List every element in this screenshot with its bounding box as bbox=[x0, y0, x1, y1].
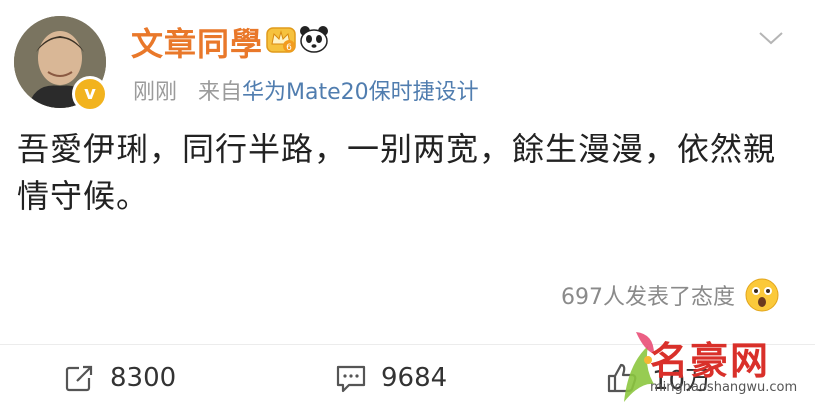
comment-icon bbox=[336, 365, 366, 393]
content-line: 情守候。 bbox=[17, 177, 150, 215]
verified-badge: v bbox=[72, 76, 108, 112]
device-link[interactable]: 华为Mate20保时捷设计 bbox=[242, 80, 479, 105]
comment-count: 9684 bbox=[381, 363, 448, 393]
source-prefix: 来自 bbox=[198, 80, 243, 105]
watermark-brand: 名豪网 bbox=[650, 339, 771, 383]
timestamp: 刚刚 bbox=[133, 80, 178, 105]
reaction-text: 697人发表了态度 bbox=[561, 285, 735, 310]
post-meta: 刚刚 来自华为Mate20保时捷设计 bbox=[133, 74, 479, 106]
chevron-down-icon[interactable] bbox=[758, 30, 784, 46]
username[interactable]: 文章同學 bbox=[131, 19, 263, 65]
surprised-emoji-icon bbox=[745, 278, 779, 312]
repost-count: 8300 bbox=[110, 363, 177, 393]
watermark-url: minghaoshangwu.com bbox=[650, 380, 798, 395]
comment-button[interactable]: 9684 bbox=[335, 358, 447, 398]
repost-button[interactable]: 8300 bbox=[64, 358, 176, 398]
share-icon bbox=[65, 364, 95, 392]
content-line: 吾愛伊琍，同行半路，一别两宽，餘生漫漫，依然親 bbox=[17, 130, 777, 168]
post-content: 吾愛伊琍，同行半路，一别两宽，餘生漫漫，依然親 情守候。 bbox=[17, 126, 787, 220]
reaction-summary[interactable]: 697人发表了态度 bbox=[561, 278, 779, 312]
svg-text:6: 6 bbox=[286, 43, 292, 53]
crown-badge-icon[interactable]: 6 bbox=[266, 24, 296, 54]
panda-icon[interactable] bbox=[298, 24, 330, 54]
